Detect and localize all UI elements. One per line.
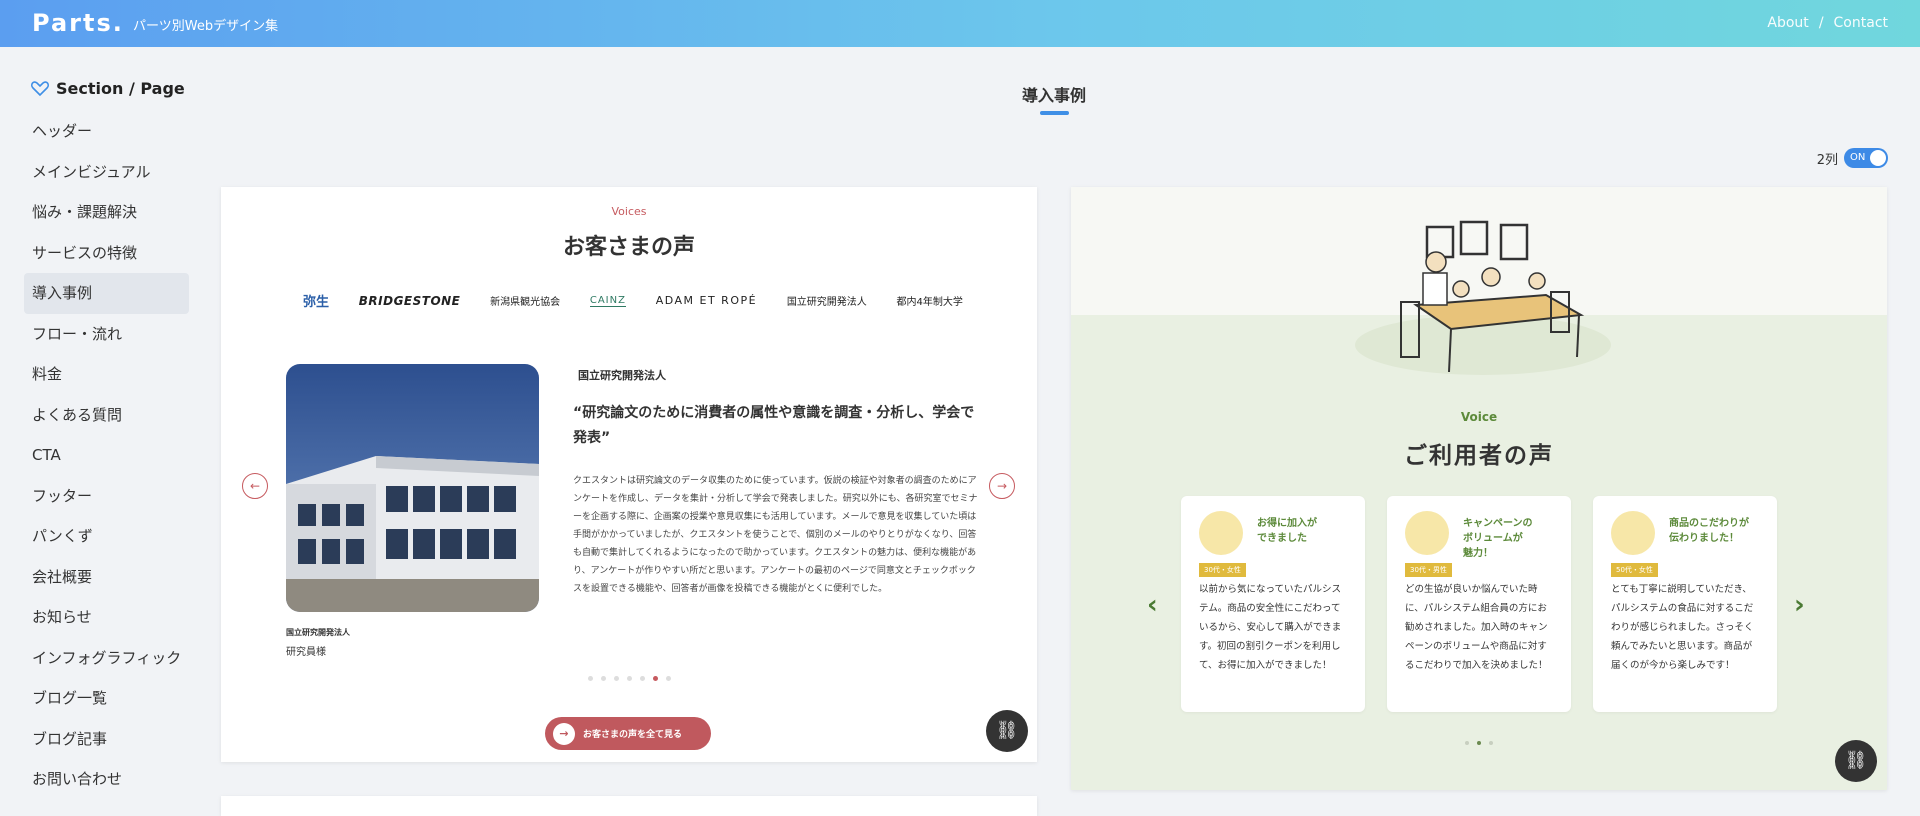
logo-adam-et-rope: ADAM ET ROPÉ [655, 294, 758, 307]
column-toggle-switch[interactable]: ON [1844, 148, 1888, 168]
top-header: Parts. パーツ別Webデザイン集 About / Contact [0, 0, 1920, 47]
avatar [1611, 511, 1655, 555]
sidebar-item[interactable]: フロー・流れ [24, 314, 189, 355]
carousel-dot[interactable] [1477, 741, 1481, 745]
nav-about-link[interactable]: About [1767, 15, 1808, 31]
voice-heading: お得に加入が できました [1257, 518, 1317, 544]
sidebar-item[interactable]: お問い合わせ [24, 759, 189, 800]
chevron-right-icon[interactable]: › [1794, 590, 1805, 620]
carousel-dots [221, 676, 1037, 681]
voice-text: とても丁寧に説明していただき、パルシステムの食品に対するこだわりが感じられました… [1611, 584, 1754, 671]
view-all-voices-button[interactable]: → お客さまの声を全て見る [545, 717, 711, 750]
voice-org: 国立研究開発法人 [578, 369, 666, 382]
chevron-left-icon[interactable]: ‹ [1147, 590, 1158, 620]
sidebar-item[interactable]: 悩み・課題解決 [24, 192, 189, 233]
sidebar-item[interactable]: CTA [24, 435, 189, 476]
arrow-left-icon[interactable]: ← [242, 473, 268, 499]
user-voices-card: Voice ご利用者の声 ‹ › お得に加入が できました 30代・女性以前から気… [1071, 187, 1887, 790]
page-title: 導入事例 [1022, 86, 1087, 105]
voice-quote: “研究論文のために消費者の属性や意識を調査・分析し、学会で発表” [573, 405, 975, 446]
voice-card: キャンペーンの ボリュームが 魅力！ 30代・男性どの生協が良いか悩んでいた時に、… [1387, 496, 1571, 712]
toggle-knob [1870, 150, 1886, 166]
title-underline [1040, 111, 1069, 115]
caption-org: 国立研究開発法人 [286, 628, 350, 637]
column-toggle: 2列 ON [1817, 148, 1888, 168]
logo-niigata: 新潟県観光協会 [490, 297, 561, 308]
carousel-dot[interactable] [1465, 741, 1469, 745]
voice-heading: 商品のこだわりが 伝わりました！ [1669, 518, 1749, 544]
sidebar-heading: Section / Page [24, 78, 189, 98]
voices-title: お客さまの声 [562, 235, 695, 260]
voice-text: 以前から気になっていたパルシステム。商品の安全性にこだわっているから、安心して購… [1199, 584, 1342, 671]
sidebar-item[interactable]: ヘッダー [24, 111, 189, 152]
sidebar-item[interactable]: お知らせ [24, 597, 189, 638]
sidebar-item[interactable]: 導入事例 [24, 273, 189, 314]
family-illustration [1355, 220, 1611, 375]
carousel-dot[interactable] [1489, 741, 1493, 745]
avatar [1405, 511, 1449, 555]
user-voices-title: ご利用者の声 [1404, 443, 1554, 469]
voices-eyebrow: Voices [611, 205, 647, 218]
caption-person: 研究員様 [286, 647, 326, 658]
arrow-right-icon: → [553, 722, 575, 745]
next-card-partial [221, 796, 1037, 816]
link-icon[interactable]: ⛓ [986, 710, 1028, 752]
sidebar-item[interactable]: ブログ記事 [24, 719, 189, 760]
sidebar-item[interactable]: パンくず [24, 516, 189, 557]
heart-hand-icon [30, 81, 50, 97]
carousel-dot[interactable] [613, 676, 619, 681]
sidebar-list: ヘッダー メインビジュアル 悩み・課題解決 サービスの特徴 導入事例 フロー・流れ 料金 よく… [24, 111, 189, 800]
logo-bridgestone: BRIDGESTONE [358, 293, 461, 308]
carousel-dot[interactable] [600, 676, 606, 681]
sidebar-item[interactable]: 会社概要 [24, 557, 189, 598]
voice-card: お得に加入が できました 30代・女性以前から気になっていたパルシステム。商品の安… [1181, 496, 1365, 712]
voices-card: Voices お客さまの声 弥生 BRIDGESTONE 新潟県観光協会 CAI… [221, 187, 1037, 762]
voice-tag: 30代・男性 [1405, 563, 1452, 577]
sidebar-item[interactable]: インフォグラフィック [24, 638, 189, 679]
sidebar-item[interactable]: 料金 [24, 354, 189, 395]
voice-heading: キャンペーンの ボリュームが 魅力！ [1463, 518, 1533, 559]
carousel-dot[interactable] [626, 676, 632, 681]
voice-tag: 50代・女性 [1611, 563, 1658, 577]
logo-cainz: CAINZ [589, 294, 626, 307]
carousel-dot[interactable] [587, 676, 593, 681]
voice-card: 商品のこだわりが 伝わりました！ 50代・女性とても丁寧に説明していただき、パルシ… [1593, 496, 1777, 712]
client-logos: 弥生 BRIDGESTONE 新潟県観光協会 CAINZ ADAM ET ROP… [303, 291, 963, 311]
carousel-dot[interactable] [665, 676, 671, 681]
sidebar-item[interactable]: メインビジュアル [24, 152, 189, 193]
voice-body: クエスタントは研究論文のデータ収集のために使っています。仮説の検証や対象者の調査… [573, 476, 978, 594]
carousel-dot[interactable] [639, 676, 645, 681]
sidebar: Section / Page ヘッダー メインビジュアル 悩み・課題解決 サービスの特… [24, 78, 189, 800]
carousel-dot[interactable] [652, 676, 658, 681]
avatar [1199, 511, 1243, 555]
link-icon[interactable]: ⛓ [1835, 740, 1877, 782]
sidebar-item[interactable]: フッター [24, 476, 189, 517]
logo-yayoi: 弥生 [303, 295, 330, 310]
view-all-voices-label: お客さまの声を全て見る [583, 730, 683, 740]
voice-tag: 30代・女性 [1199, 563, 1246, 577]
voice-carousel-dots [1071, 741, 1887, 745]
column-toggle-label: 2列 [1816, 152, 1838, 168]
sidebar-item[interactable]: よくある質問 [24, 395, 189, 436]
site-logo[interactable]: Parts. [32, 9, 124, 37]
voice-text: どの生協が良いか悩んでいた時に、パルシステム組合員の方にお勧めされました。加入時… [1405, 584, 1548, 671]
site-tagline: パーツ別Webデザイン集 [133, 19, 279, 34]
arrow-right-icon[interactable]: → [989, 473, 1015, 499]
logo-research-institute: 国立研究開発法人 [786, 297, 867, 308]
sidebar-heading-label: Section / Page [56, 78, 185, 98]
logo-university: 都内4年制大学 [896, 297, 963, 308]
building-photo [286, 364, 539, 612]
toggle-state-label: ON [1850, 152, 1866, 163]
voice-eyebrow: Voice [1460, 410, 1498, 424]
nav-contact-link[interactable]: Contact [1834, 15, 1888, 31]
nav-separator: / [1818, 15, 1824, 31]
top-nav: About / Contact [1767, 15, 1888, 31]
sidebar-item[interactable]: ブログ一覧 [24, 678, 189, 719]
sidebar-item[interactable]: サービスの特徴 [24, 233, 189, 274]
